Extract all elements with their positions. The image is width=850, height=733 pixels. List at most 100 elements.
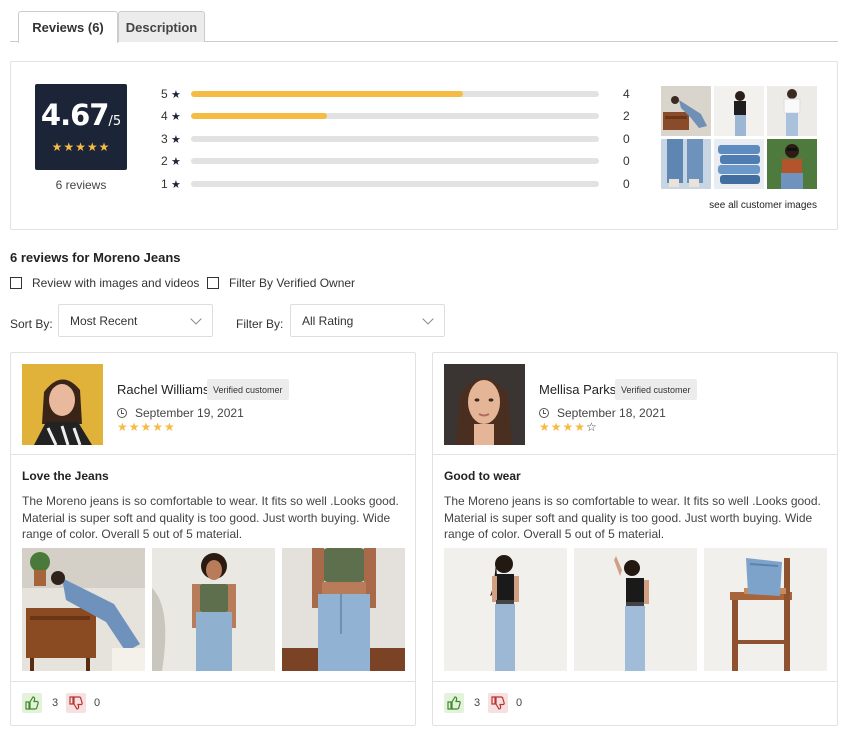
rating-row-stars: 3 [161,132,168,146]
sort-select[interactable]: Most Recent [58,304,213,337]
customer-image-thumb[interactable] [661,139,711,189]
filter-images-videos[interactable]: Review with images and videos [10,276,199,290]
divider [433,681,837,682]
filter-label: Filter By: [236,317,284,331]
filter-images-label: Review with images and videos [32,276,200,290]
tab-bar: Reviews (6) Description [10,10,838,43]
star-icon: ★ [171,179,181,191]
dislike-button[interactable] [66,693,86,713]
rating-row-2[interactable]: 2 ★ 0 [161,153,641,169]
review-date: September 19, 2021 [117,406,244,420]
average-score: 4.67/5 [35,98,127,132]
rating-bar [191,158,599,164]
review-count: 6 reviews [55,178,107,192]
review-photo[interactable] [574,548,697,671]
chevron-down-icon [422,313,434,325]
average-stars: ★★★★★ [51,140,111,154]
review-photo[interactable] [152,548,275,671]
chevron-down-icon [190,313,202,325]
tab-reviews[interactable]: Reviews (6) [18,11,118,43]
thumbs-down-icon [69,696,83,710]
rating-row-count: 4 [623,87,630,101]
filter-images-checkbox[interactable] [10,277,22,289]
rating-filter-value: All Rating [302,313,354,328]
review-body: The Moreno jeans is so comfortable to we… [444,494,821,541]
star-icon: ★ [171,134,181,146]
customer-image-thumb[interactable] [714,139,764,189]
review-stars: ★★★★☆ [539,420,598,434]
thumbs-up-icon [25,696,39,710]
rating-row-label: 4 ★ [161,109,181,123]
rating-bar [191,91,599,97]
rating-row-3[interactable]: 3 ★ 0 [161,131,641,147]
dislike-count: 0 [516,697,523,709]
filter-verified-owner[interactable]: Filter By Verified Owner [207,276,355,290]
customer-image-thumb[interactable] [714,86,764,136]
rating-row-count: 0 [623,154,630,168]
avatar [444,364,525,445]
verified-badge: Verified customer [207,379,289,400]
rating-row-count: 0 [623,132,630,146]
avatar [22,364,103,445]
review-title: Good to wear [444,469,521,483]
review-photo[interactable] [22,548,145,671]
star-icon: ★ [171,89,181,101]
divider [433,454,837,455]
review-title: Love the Jeans [22,469,109,483]
see-all-images-link[interactable]: see all customer images [661,200,817,211]
review-card: Mellisa Parks Verified customer Septembe… [432,352,838,726]
like-button[interactable] [444,693,464,713]
rating-row-label: 3 ★ [161,132,181,146]
review-stars: ★★★★★ [117,420,176,434]
thumbs-up-icon [447,696,461,710]
filter-verified-checkbox[interactable] [207,277,219,289]
review-photo[interactable] [444,548,567,671]
clock-icon [539,408,549,418]
review-date-text: September 19, 2021 [135,406,244,420]
rating-row-label: 2 ★ [161,154,181,168]
average-score-value: 4.67 [40,98,110,132]
average-score-box: 4.67/5 ★★★★★ [35,84,127,170]
reviewer-name: Rachel Williams [117,382,210,397]
review-stars-filled: ★★★★★ [117,420,176,434]
verified-badge: Verified customer [615,379,697,400]
rating-bar [191,113,599,119]
reviews-heading: 6 reviews for Moreno Jeans [10,250,181,265]
like-button[interactable] [22,693,42,713]
review-date: September 18, 2021 [539,406,666,420]
divider [11,681,415,682]
review-card: Rachel Williams Verified customer Septem… [10,352,416,726]
review-photo[interactable] [282,548,405,671]
rating-bar-fill [191,91,464,97]
review-stars-filled: ★★★★ [539,420,587,434]
score-out-of: /5 [108,114,122,129]
rating-row-4[interactable]: 4 ★ 2 [161,108,641,124]
rating-row-label: 1 ★ [161,177,181,191]
rating-filter-select[interactable]: All Rating [290,304,445,337]
rating-bar [191,181,599,187]
rating-row-count: 0 [623,177,630,191]
star-icon: ★ [171,111,181,123]
rating-bar-fill [191,113,327,119]
rating-row-stars: 2 [161,154,168,168]
star-icon: ★ [171,156,181,168]
customer-image-thumb[interactable] [767,86,817,136]
rating-summary: 4.67/5 ★★★★★ 6 reviews 5 ★ 4 4 ★ 2 3 ★ 0… [10,61,838,230]
tab-description[interactable]: Description [118,11,205,42]
clock-icon [117,408,127,418]
like-count: 3 [52,697,59,709]
sort-label: Sort By: [10,317,53,331]
review-date-text: September 18, 2021 [557,406,666,420]
customer-image-thumb[interactable] [661,86,711,136]
customer-image-thumb[interactable] [767,139,817,189]
rating-row-stars: 5 [161,87,168,101]
like-count: 3 [474,697,481,709]
rating-row-1[interactable]: 1 ★ 0 [161,176,641,192]
review-photo[interactable] [704,548,827,671]
reviewer-name: Mellisa Parks [539,382,617,397]
divider [11,454,415,455]
sort-select-value: Most Recent [70,313,138,328]
dislike-button[interactable] [488,693,508,713]
rating-bar [191,136,599,142]
rating-row-5[interactable]: 5 ★ 4 [161,86,641,102]
